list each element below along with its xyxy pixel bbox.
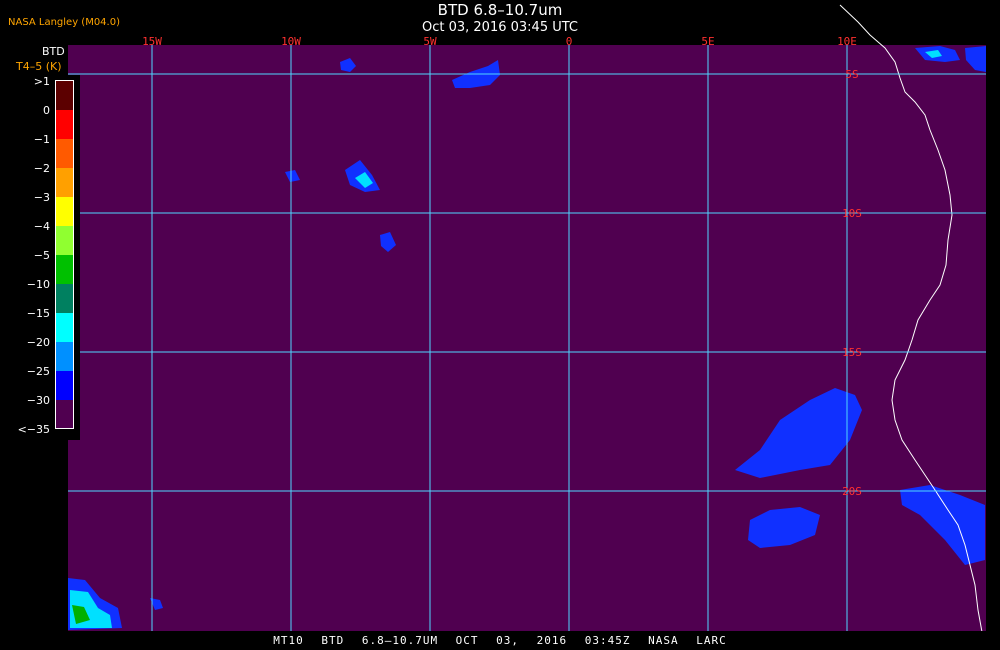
legend-label: −30 (26, 394, 50, 407)
legend-label: −2 (33, 162, 50, 175)
legend-label: −20 (26, 336, 50, 349)
legend-swatch (56, 226, 74, 255)
longitude-label: 5W (423, 35, 437, 48)
legend-swatch (56, 371, 74, 400)
legend-swatch (56, 400, 74, 429)
legend-swatch (56, 342, 74, 371)
legend-swatch (56, 168, 74, 197)
legend-swatch (56, 81, 74, 110)
organization-label: NASA Langley (M04.0) (8, 17, 120, 28)
map-background (68, 45, 986, 632)
map-title: BTD 6.8–10.7um (437, 1, 563, 19)
legend-label: −4 (33, 220, 50, 233)
latitude-label: 20S (842, 485, 862, 498)
legend-label: 0 (43, 104, 50, 117)
legend-label: −3 (33, 191, 50, 204)
longitude-label: 5E (701, 35, 714, 48)
latitude-label: 15S (842, 346, 862, 359)
legend-label: −10 (26, 278, 50, 291)
latitude-label: 10S (842, 207, 862, 220)
legend-label: −15 (26, 307, 50, 320)
longitude-label: 0 (566, 35, 573, 48)
latitude-label: 5S (845, 68, 858, 81)
longitude-label: 10W (281, 35, 301, 48)
legend-swatch (56, 110, 74, 139)
legend-label: <−35 (17, 423, 50, 436)
legend-swatch (56, 284, 74, 313)
legend-title: BTD (42, 45, 65, 58)
legend-label: −5 (33, 249, 50, 262)
legend-swatch (56, 255, 74, 284)
legend-label: >1 (33, 75, 50, 88)
legend-swatch (56, 139, 74, 168)
satellite-map[interactable]: 15W 10W 5W 0 5E 10E 5S 10S 15S 20S (0, 0, 1000, 650)
legend-label: −25 (26, 365, 50, 378)
legend-swatch (56, 197, 74, 226)
legend-swatch (56, 313, 74, 342)
longitude-label: 10E (837, 35, 857, 48)
legend-unit: T4–5 (K) (16, 60, 62, 73)
map-timestamp: Oct 03, 2016 03:45 UTC (422, 20, 578, 35)
longitude-label: 15W (142, 35, 162, 48)
footer-text: MT10 BTD 6.8–10.7UM OCT 03, 2016 03:45Z … (273, 634, 727, 647)
legend-label: −1 (33, 133, 50, 146)
